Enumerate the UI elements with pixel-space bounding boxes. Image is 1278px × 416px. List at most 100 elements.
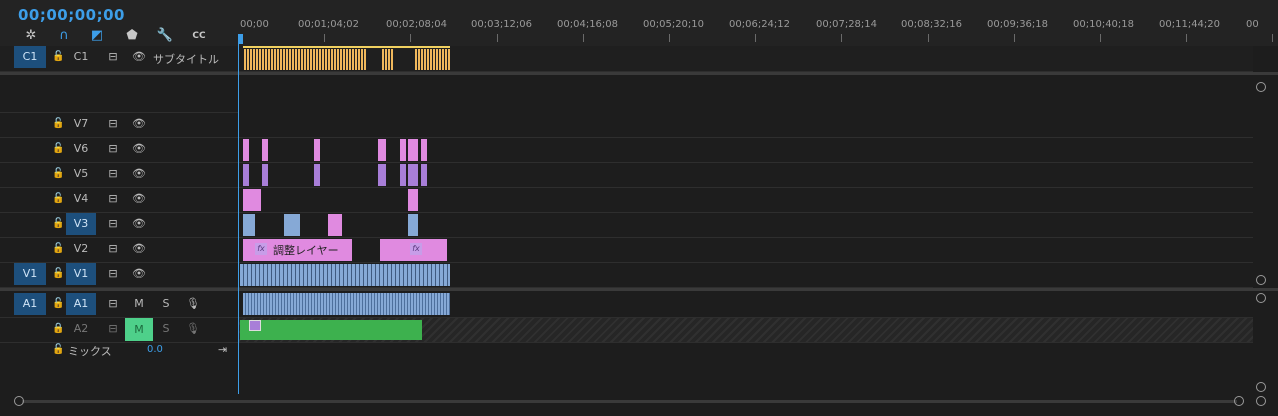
eye-icon[interactable]: 👁 — [132, 267, 146, 281]
video-clip[interactable] — [328, 214, 342, 236]
caption-clip[interactable] — [442, 49, 444, 70]
caption-clip[interactable] — [358, 49, 360, 70]
caption-clip[interactable] — [433, 49, 435, 70]
caption-clip[interactable] — [391, 49, 393, 70]
video-clip[interactable] — [314, 164, 320, 186]
track-name-v3[interactable]: V3 — [66, 213, 96, 235]
solo-button[interactable]: S — [159, 322, 173, 336]
eye-icon[interactable]: 👁 — [132, 167, 146, 181]
video-clip[interactable] — [262, 164, 268, 186]
video-clip[interactable] — [284, 214, 300, 236]
mic-icon[interactable]: 🎙 — [186, 297, 200, 311]
video-clip[interactable] — [378, 139, 386, 161]
caption-clip[interactable] — [280, 49, 282, 70]
track-name-v1[interactable]: V1 — [66, 263, 96, 285]
caption-clip[interactable] — [289, 49, 291, 70]
caption-clip[interactable] — [304, 49, 306, 70]
video-clip[interactable] — [243, 189, 261, 211]
adjustment-layer-clip[interactable]: fx 調整レイヤー — [243, 239, 352, 261]
sync-icon[interactable]: ⊟ — [106, 142, 120, 156]
caption-clip[interactable] — [418, 49, 420, 70]
caption-track-lane[interactable] — [238, 46, 1253, 72]
caption-clip[interactable] — [268, 49, 270, 70]
nest-icon[interactable]: ✲ — [22, 28, 40, 44]
lock-icon[interactable]: 🔓 — [52, 218, 64, 230]
lock-icon[interactable]: 🔓 — [52, 193, 64, 205]
caption-clip[interactable] — [256, 49, 258, 70]
mute-button-active[interactable]: M — [125, 318, 153, 341]
caption-clip[interactable] — [448, 49, 450, 70]
caption-clip[interactable] — [385, 49, 387, 70]
caption-clip[interactable] — [253, 49, 255, 70]
time-ruler[interactable]: 00;00 00;01;04;02 00;02;08;04 00;03;12;0… — [238, 0, 1278, 46]
video-clip[interactable] — [378, 164, 386, 186]
video-clip-strip[interactable] — [240, 264, 450, 286]
snap-icon[interactable]: ∩ — [55, 28, 73, 44]
caption-clip[interactable] — [388, 49, 390, 70]
eye-icon[interactable]: 👁 — [132, 117, 146, 131]
caption-clip[interactable] — [415, 49, 417, 70]
caption-clip[interactable] — [436, 49, 438, 70]
caption-clip[interactable] — [316, 49, 318, 70]
sync-icon[interactable]: ⊟ — [106, 322, 120, 336]
track-name-v6[interactable]: V6 — [66, 138, 96, 160]
caption-clip[interactable] — [325, 49, 327, 70]
lock-icon[interactable]: 🔓 — [52, 344, 64, 356]
sync-icon[interactable]: ⊟ — [106, 167, 120, 181]
eye-icon[interactable]: 👁 — [132, 192, 146, 206]
caption-clip[interactable] — [445, 49, 447, 70]
video-lane-v1[interactable] — [238, 263, 1253, 288]
track-name-v2[interactable]: V2 — [66, 238, 96, 260]
caption-clip[interactable] — [247, 49, 249, 70]
sync-icon[interactable]: ⊟ — [106, 267, 120, 281]
lock-icon[interactable]: 🔓 — [52, 51, 64, 63]
caption-clip[interactable] — [271, 49, 273, 70]
solo-button[interactable]: S — [159, 297, 173, 311]
video-clip[interactable] — [400, 164, 406, 186]
video-lane-v2[interactable]: fx 調整レイヤー fx — [238, 238, 1253, 263]
caption-clip[interactable] — [307, 49, 309, 70]
lock-icon[interactable]: 🔒 — [52, 323, 64, 335]
caption-clip[interactable] — [295, 49, 297, 70]
video-clip[interactable] — [421, 139, 427, 161]
video-lane-v5[interactable] — [238, 163, 1253, 188]
lock-icon[interactable]: 🔓 — [52, 298, 64, 310]
caption-clip[interactable] — [346, 49, 348, 70]
caption-clip[interactable] — [352, 49, 354, 70]
scroll-handle[interactable] — [1256, 275, 1266, 285]
caption-clip[interactable] — [283, 49, 285, 70]
lock-icon[interactable]: 🔓 — [52, 118, 64, 130]
caption-clip[interactable] — [244, 49, 246, 70]
caption-clip[interactable] — [427, 49, 429, 70]
sync-icon[interactable]: ⊟ — [106, 192, 120, 206]
mic-icon[interactable]: 🎙 — [186, 322, 200, 336]
video-lane-v6[interactable] — [238, 138, 1253, 163]
eye-icon[interactable]: 👁 — [132, 242, 146, 256]
caption-clip[interactable] — [439, 49, 441, 70]
video-clip[interactable] — [243, 139, 249, 161]
caption-clip[interactable] — [355, 49, 357, 70]
caption-clip[interactable] — [343, 49, 345, 70]
video-clip[interactable] — [408, 164, 418, 186]
playhead-line[interactable] — [238, 44, 239, 394]
scroll-end-handle[interactable] — [1234, 396, 1244, 406]
scroll-handle[interactable] — [1256, 293, 1266, 303]
caption-clip[interactable] — [286, 49, 288, 70]
lock-icon[interactable]: 🔓 — [52, 243, 64, 255]
lock-icon[interactable]: 🔓 — [52, 143, 64, 155]
mute-button[interactable]: M — [132, 297, 146, 311]
scroll-start-handle[interactable] — [14, 396, 24, 406]
a1-lane[interactable] — [238, 291, 1253, 318]
video-clip[interactable] — [400, 139, 406, 161]
caption-clip[interactable] — [322, 49, 324, 70]
video-clip[interactable] — [408, 189, 418, 211]
mix-value[interactable]: 0.0 — [147, 344, 163, 355]
sync-icon[interactable]: ⊟ — [106, 117, 120, 131]
caption-clip[interactable] — [274, 49, 276, 70]
caption-clip[interactable] — [301, 49, 303, 70]
caption-clip[interactable] — [424, 49, 426, 70]
caption-clip[interactable] — [250, 49, 252, 70]
lock-icon[interactable]: 🔓 — [52, 268, 64, 280]
sync-icon[interactable]: ⊟ — [106, 297, 120, 311]
audio-clip-a2[interactable] — [240, 320, 422, 340]
